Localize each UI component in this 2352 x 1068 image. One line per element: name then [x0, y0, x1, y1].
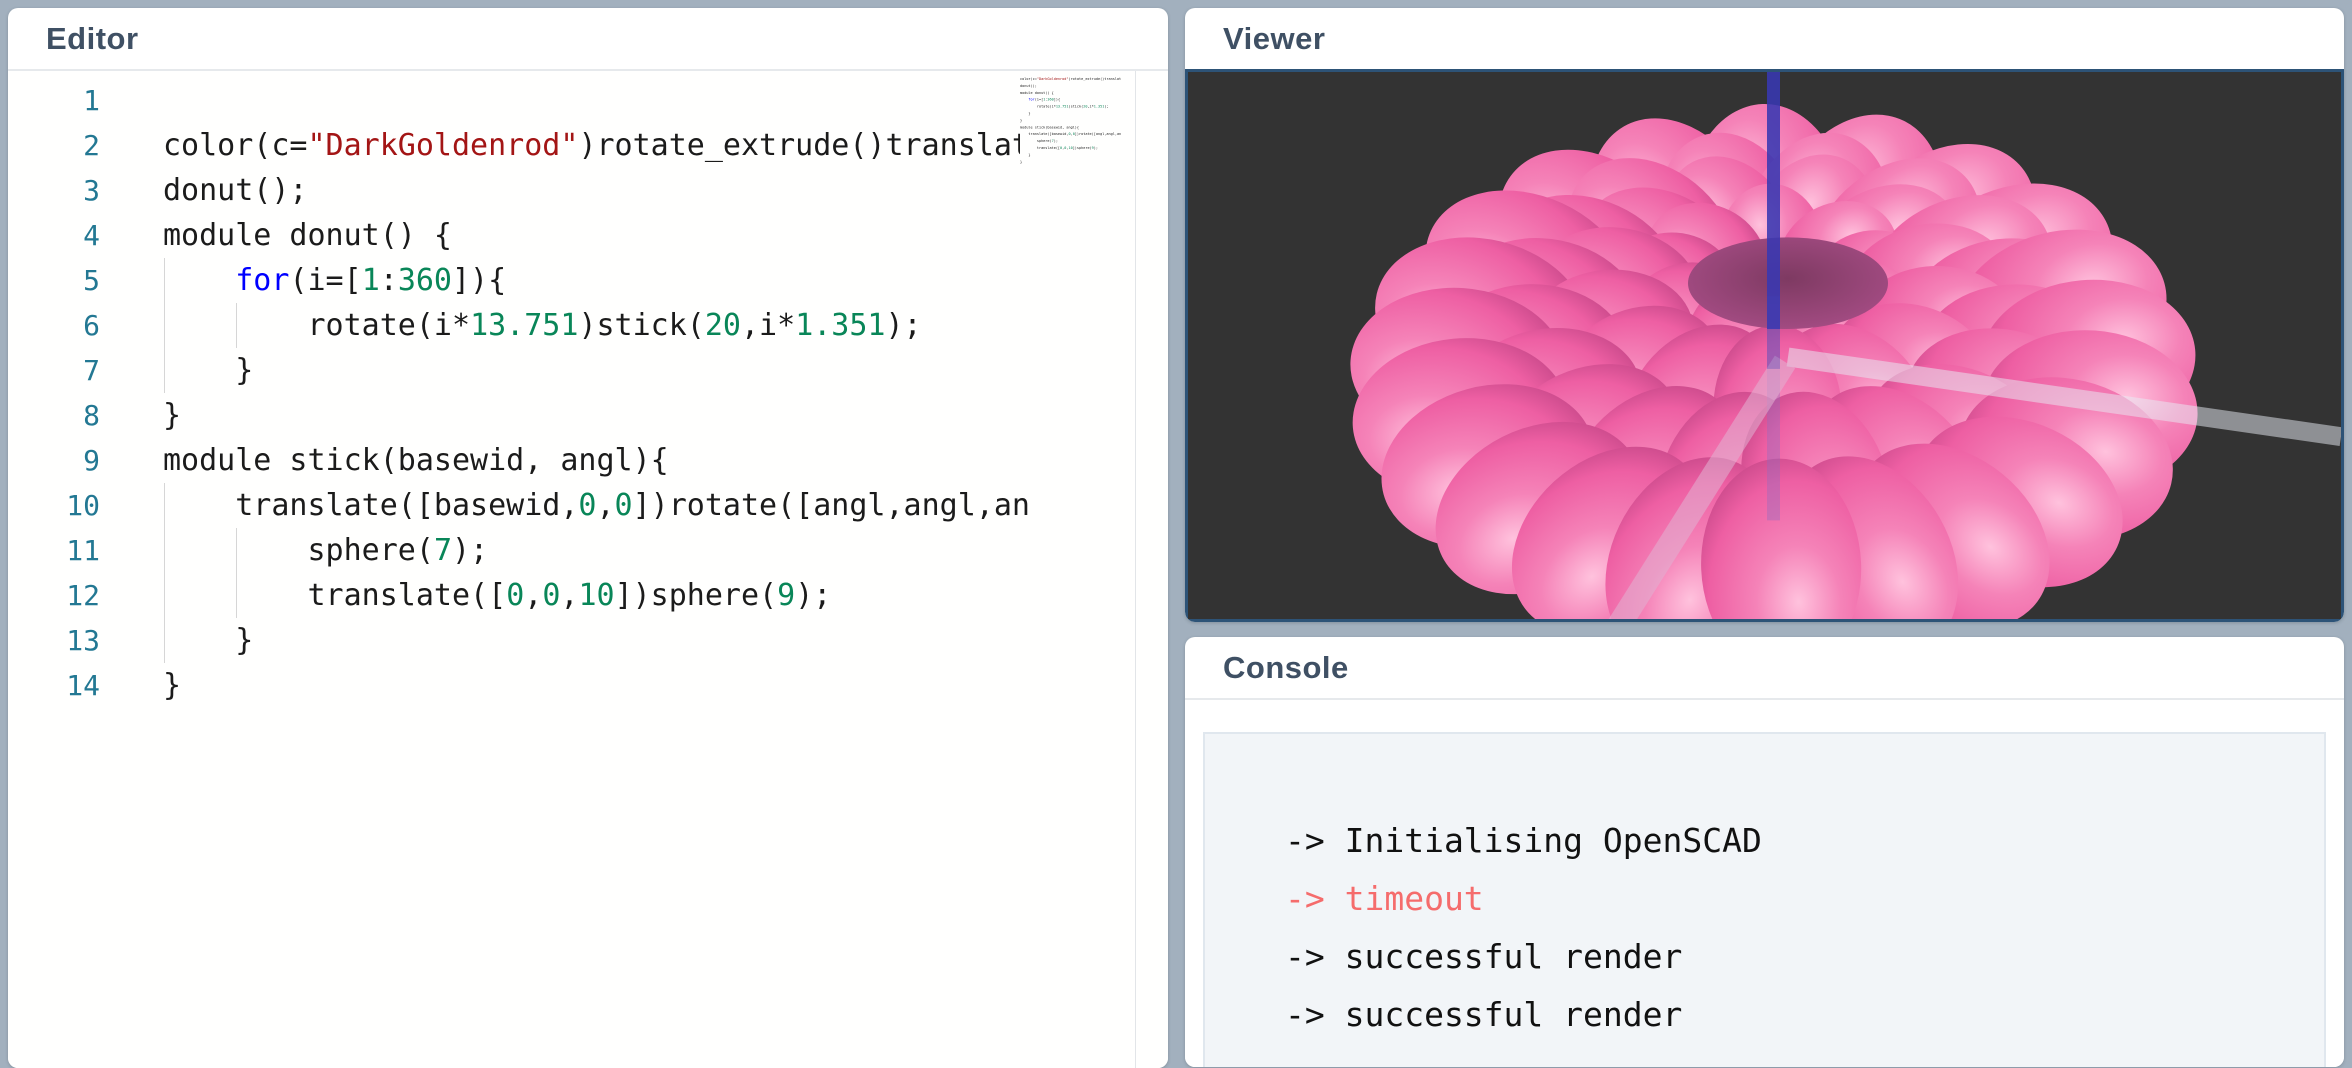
code-line[interactable]: 9 module stick(basewid, angl){ [8, 438, 1168, 483]
code-line[interactable]: 3 donut(); [8, 168, 1168, 213]
line-number: 12 [8, 573, 100, 618]
code-line[interactable]: 10 translate([basewid,0,0])rotate([angl,… [8, 483, 1168, 528]
console-message-error: -> timeout [1285, 870, 2324, 928]
editor-title: Editor [46, 21, 139, 57]
code-text: rotate(i*13.751)stick(20,i*1.351); [163, 303, 922, 348]
code-text: } [163, 618, 253, 663]
code-text: color(c="DarkGoldenrod")rotate_extrude()… [163, 123, 1030, 168]
code-line[interactable]: 8} [8, 393, 1168, 438]
viewer-panel: Viewer [1185, 8, 2344, 622]
code-line[interactable]: 14} [8, 663, 1168, 708]
viewer-title: Viewer [1223, 21, 1325, 57]
code-line[interactable]: 6 rotate(i*13.751)stick(20,i*1.351); [8, 303, 1168, 348]
line-number: 1 [8, 78, 100, 123]
line-number: 2 [8, 123, 100, 168]
line-number: 7 [8, 348, 100, 393]
code-line[interactable]: 2 color(c="DarkGoldenrod")rotate_extrude(… [8, 123, 1168, 168]
line-number: 9 [8, 438, 100, 483]
console-panel: Console -> Initialising OpenSCAD-> timeo… [1185, 637, 2344, 1067]
code-text: donut(); [163, 168, 308, 213]
code-line[interactable]: 1 [8, 78, 1168, 123]
code-text: } [163, 348, 253, 393]
console-message: -> Initialising OpenSCAD [1285, 812, 2324, 870]
code-line[interactable]: 13 } [8, 618, 1168, 663]
line-number: 3 [8, 168, 100, 213]
console-title: Console [1223, 650, 1349, 686]
minimap[interactable]: color(c="DarkGoldenrod")rotate_extrude()… [1020, 76, 1136, 206]
console-log[interactable]: -> Initialising OpenSCAD-> timeout-> suc… [1203, 732, 2326, 1067]
console-header: Console [1185, 637, 2344, 700]
code-line[interactable]: 11 sphere(7); [8, 528, 1168, 573]
code-text: sphere(7); [163, 528, 488, 573]
line-number: 8 [8, 393, 100, 438]
code-text: module donut() { [163, 213, 452, 258]
code-text: } [163, 663, 181, 708]
line-number: 11 [8, 528, 100, 573]
line-number: 6 [8, 303, 100, 348]
code-text: } [163, 393, 181, 438]
viewer-canvas[interactable] [1185, 69, 2344, 622]
console-output[interactable]: -> Initialising OpenSCAD-> timeout-> suc… [1185, 700, 2344, 1067]
code-text: translate([basewid,0,0])rotate([angl,ang… [163, 483, 1030, 528]
console-message: -> successful render [1285, 986, 2324, 1044]
viewer-header: Viewer [1185, 8, 2344, 71]
code-text: for(i=[1:360]){ [163, 258, 506, 303]
minimap-code: color(c="DarkGoldenrod")rotate_extrude()… [1020, 76, 1136, 166]
line-number: 5 [8, 258, 100, 303]
code-text: module stick(basewid, angl){ [163, 438, 669, 483]
line-number: 10 [8, 483, 100, 528]
viewer-3d-scene [1188, 72, 2341, 619]
code-lines[interactable]: 12 color(c="DarkGoldenrod")rotate_extrude… [8, 71, 1168, 708]
code-line[interactable]: 4 module donut() { [8, 213, 1168, 258]
code-text: translate([0,0,10])sphere(9); [163, 573, 831, 618]
console-message: -> successful render [1285, 928, 2324, 986]
code-editor[interactable]: 12 color(c="DarkGoldenrod")rotate_extrude… [8, 71, 1168, 1068]
editor-panel: Editor 12 color(c="DarkGoldenrod")rotate_… [8, 8, 1168, 1068]
editor-scrollbar-track[interactable] [1135, 71, 1136, 1068]
line-number: 13 [8, 618, 100, 663]
editor-header: Editor [8, 8, 1168, 71]
code-line[interactable]: 5 for(i=[1:360]){ [8, 258, 1168, 303]
line-number: 14 [8, 663, 100, 708]
code-line[interactable]: 12 translate([0,0,10])sphere(9); [8, 573, 1168, 618]
line-number: 4 [8, 213, 100, 258]
z-axis-line [1767, 72, 1780, 329]
code-line[interactable]: 7 } [8, 348, 1168, 393]
